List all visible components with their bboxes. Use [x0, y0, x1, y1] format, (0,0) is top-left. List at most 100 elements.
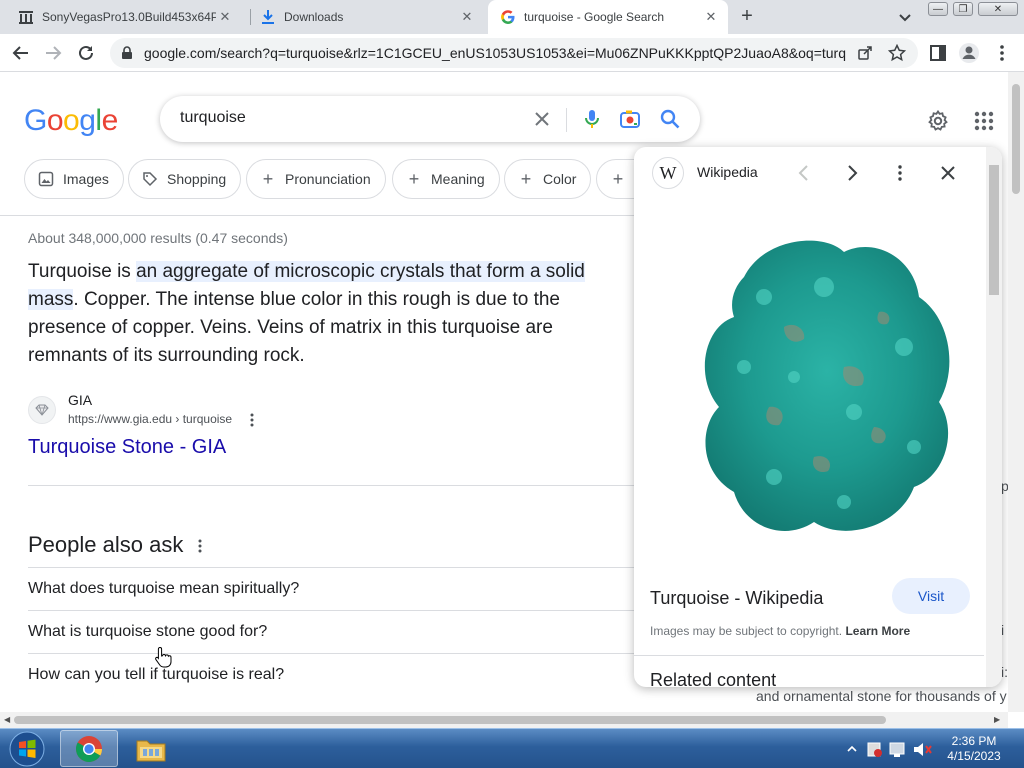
tab-title: turquoise - Google Search: [524, 10, 665, 24]
browser-menu-icon[interactable]: [991, 42, 1013, 64]
paa-question[interactable]: What is turquoise stone good for?: [28, 610, 634, 653]
tab-sonyvegas[interactable]: SonyVegasPro13.0Build453x64Pa ✕: [10, 0, 242, 34]
tab-close-icon[interactable]: ✕: [458, 8, 476, 26]
tab-google-search[interactable]: turquoise - Google Search ✕: [488, 0, 728, 34]
taskbar-file-explorer[interactable]: [122, 730, 180, 767]
share-icon[interactable]: [856, 44, 874, 62]
plus-icon: +: [520, 168, 532, 189]
horizontal-scrollbar[interactable]: ◀ ▶: [0, 712, 1008, 728]
scroll-left-arrow-icon[interactable]: ◀: [4, 715, 10, 724]
result-divider: [28, 485, 634, 486]
result-link[interactable]: Turquoise Stone - GIA: [28, 436, 226, 459]
chip-shopping[interactable]: Shopping: [128, 159, 242, 199]
profile-avatar[interactable]: [958, 42, 980, 64]
scrollbar-thumb[interactable]: [1012, 84, 1020, 194]
plus-icon: +: [408, 168, 420, 189]
logo-letter: o: [63, 104, 80, 137]
chip-images[interactable]: Images: [24, 159, 124, 199]
tab-close-icon[interactable]: ✕: [702, 8, 720, 26]
lock-icon: [122, 46, 132, 59]
header-divider: [0, 215, 640, 216]
chrome-icon: [75, 735, 103, 762]
snippet-prefix: Turquoise is: [28, 261, 137, 282]
minimize-button[interactable]: —: [928, 2, 948, 16]
source-url: https://www.gia.edu › turquoise: [68, 412, 233, 426]
tab-title: Downloads: [284, 10, 344, 24]
chevron-right-icon[interactable]: [842, 163, 862, 183]
wikipedia-logo: W: [652, 157, 684, 189]
restore-button[interactable]: ❐: [953, 2, 973, 16]
system-clock[interactable]: 2:36 PM 4/15/2023: [934, 734, 1014, 764]
side-panel-icon[interactable]: [927, 42, 949, 64]
chip-meaning[interactable]: + Meaning: [392, 159, 500, 199]
chip-label: Meaning: [431, 171, 485, 187]
new-tab-button[interactable]: +: [736, 6, 758, 28]
browser-toolbar: google.com/search?q=turquoise&rlz=1C1GCE…: [0, 34, 1024, 72]
turquoise-stone-image[interactable]: [674, 217, 964, 557]
google-logo[interactable]: Google: [24, 104, 118, 138]
paa-question[interactable]: What does turquoise mean spiritually?: [28, 567, 634, 610]
forward-arrow-icon: [46, 46, 62, 60]
address-bar[interactable]: google.com/search?q=turquoise&rlz=1C1GCE…: [110, 38, 918, 68]
scrollbar-thumb[interactable]: [14, 716, 886, 724]
back-button[interactable]: [10, 42, 32, 64]
panel-source[interactable]: Wikipedia: [697, 164, 758, 180]
scrollbar-thumb[interactable]: [989, 165, 999, 295]
search-results-page: Google turquoise Images Shopping + Pronu…: [0, 72, 1008, 712]
more-vert-icon[interactable]: [244, 412, 260, 428]
chevron-down-icon[interactable]: [896, 8, 914, 26]
camera-lens-icon[interactable]: [618, 107, 642, 131]
chip-label: Color: [543, 171, 577, 187]
search-box[interactable]: turquoise: [160, 96, 700, 142]
windows-logo-icon: [9, 731, 45, 767]
search-icon[interactable]: [658, 107, 682, 131]
paa-question[interactable]: How can you tell if turquoise is real?: [28, 653, 634, 696]
microphone-icon[interactable]: [580, 107, 604, 131]
gia-favicon: [28, 396, 56, 424]
tab-downloads[interactable]: Downloads ✕: [252, 0, 484, 34]
vertical-scrollbar[interactable]: [1008, 72, 1024, 712]
tab-close-icon[interactable]: ✕: [216, 8, 234, 26]
plus-icon: +: [262, 168, 274, 189]
logo-letter: e: [101, 104, 119, 137]
reload-button[interactable]: [75, 42, 97, 64]
chip-label: Images: [63, 171, 109, 187]
scroll-right-arrow-icon[interactable]: ▶: [994, 715, 1000, 724]
panel-scrollbar[interactable]: [986, 147, 1002, 687]
chip-label: Shopping: [167, 171, 227, 187]
more-vert-icon[interactable]: [192, 538, 208, 554]
panel-title[interactable]: Turquoise - Wikipedia: [650, 588, 823, 609]
tab-strip: SonyVegasPro13.0Build453x64Pa ✕ Download…: [0, 0, 1024, 34]
copyright-notice: Images may be subject to copyright. Lear…: [650, 624, 910, 638]
start-button[interactable]: [2, 730, 52, 768]
chip-color[interactable]: + Color: [504, 159, 592, 199]
search-input[interactable]: turquoise: [180, 109, 246, 127]
tag-icon: [141, 170, 159, 188]
learn-more-link[interactable]: Learn More: [845, 624, 910, 638]
image-preview-panel: W Wikipedia Turquoise - Wikipedia Visit …: [634, 147, 1002, 687]
windows-taskbar: 2:36 PM 4/15/2023: [0, 728, 1024, 768]
related-content-heading: Related content: [650, 670, 777, 687]
window-close-button[interactable]: ✕: [978, 2, 1018, 16]
close-icon[interactable]: [938, 163, 958, 183]
system-tray[interactable]: [842, 739, 934, 759]
search-box-divider: [566, 108, 567, 132]
tab-separator: [250, 9, 251, 25]
forward-button[interactable]: [42, 42, 64, 64]
copyright-text: Images may be subject to copyright.: [650, 624, 843, 638]
more-vert-icon[interactable]: [890, 163, 910, 183]
taskbar-chrome[interactable]: [60, 730, 118, 767]
clock-time: 2:36 PM: [951, 734, 997, 748]
result-stats: About 348,000,000 results (0.47 seconds): [28, 230, 288, 246]
building-icon: [18, 9, 34, 25]
apps-grid-icon[interactable]: [972, 109, 996, 133]
bookmark-star-icon[interactable]: [888, 44, 906, 62]
gear-icon[interactable]: [926, 109, 950, 133]
google-g-icon: [500, 9, 516, 25]
chevron-left-icon[interactable]: [794, 163, 814, 183]
visit-button[interactable]: Visit: [892, 578, 970, 614]
featured-snippet: Turquoise is an aggregate of microscopic…: [28, 258, 628, 370]
tab-title: SonyVegasPro13.0Build453x64Pa: [42, 10, 216, 24]
chip-pronunciation[interactable]: + Pronunciation: [246, 159, 386, 199]
clear-icon[interactable]: [530, 107, 554, 131]
